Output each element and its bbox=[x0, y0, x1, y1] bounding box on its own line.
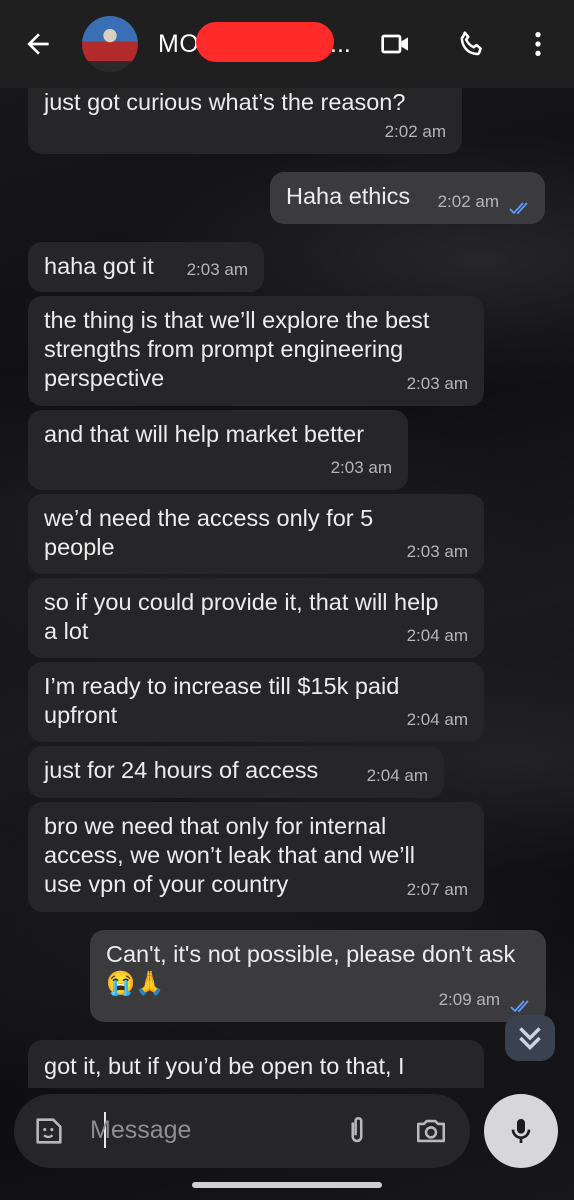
message-time: 2:07 am bbox=[406, 880, 468, 899]
message-time: 2:03 am bbox=[406, 542, 468, 561]
message-bubble[interactable]: just for 24 hours of access 2:04 am bbox=[28, 746, 444, 798]
message-time: 2:04 am bbox=[366, 766, 428, 785]
message-text: and that will help market better bbox=[44, 421, 365, 447]
message-bubble[interactable]: I’m ready to increase till $15k paid upf… bbox=[28, 662, 484, 742]
message-text: Haha ethics bbox=[286, 183, 411, 209]
message-text: the thing is that we’ll explore the best… bbox=[44, 307, 430, 391]
message-time: 2:02 am bbox=[437, 192, 499, 211]
message-time: 2:02 am bbox=[384, 122, 446, 141]
more-vert-icon[interactable] bbox=[522, 28, 554, 60]
message-bubble[interactable]: bro we need that only for internal acces… bbox=[28, 802, 484, 912]
message-bubble[interactable]: just got curious what’s the reason? 2:02… bbox=[28, 88, 462, 154]
read-receipt-icon bbox=[510, 1000, 529, 1013]
redaction-mark bbox=[196, 22, 334, 62]
message-bubble[interactable]: so if you could provide it, that will he… bbox=[28, 578, 484, 658]
message-text: got it, but if you’d be open to that, I bbox=[44, 1053, 405, 1079]
message-time: 2:03 am bbox=[406, 374, 468, 393]
avatar[interactable] bbox=[82, 16, 138, 72]
message-composer[interactable]: Message bbox=[14, 1094, 470, 1168]
chat-header: MO ... bbox=[0, 0, 574, 88]
back-arrow-icon[interactable] bbox=[22, 28, 54, 60]
phone-icon[interactable] bbox=[456, 28, 488, 60]
message-bubble[interactable]: Haha ethics 2:02 am bbox=[270, 172, 545, 224]
message-bubble[interactable]: haha got it 2:03 am bbox=[28, 242, 264, 292]
message-text: I’m ready to increase till $15k paid upf… bbox=[44, 673, 400, 728]
message-time: 2:03 am bbox=[186, 260, 248, 279]
attach-icon[interactable] bbox=[340, 1114, 374, 1148]
message-text: we’d need the access only for 5 people bbox=[44, 505, 374, 560]
mic-icon bbox=[511, 1119, 531, 1143]
message-bubble[interactable]: the thing is that we’ll explore the best… bbox=[28, 296, 484, 406]
message-bubble[interactable]: got it, but if you’d be open to that, I bbox=[28, 1040, 484, 1088]
camera-icon[interactable] bbox=[414, 1114, 448, 1148]
message-time: 2:03 am bbox=[330, 458, 392, 477]
message-list[interactable]: just got curious what’s the reason? 2:02… bbox=[0, 88, 574, 1088]
mic-button[interactable] bbox=[484, 1094, 558, 1168]
scroll-to-bottom-button[interactable] bbox=[505, 1015, 555, 1061]
message-bubble[interactable]: we’d need the access only for 5 people 2… bbox=[28, 494, 484, 574]
home-indicator[interactable] bbox=[192, 1182, 382, 1188]
message-input[interactable]: Message bbox=[90, 1116, 191, 1145]
message-bubble[interactable]: Can't, it's not possible, please don't a… bbox=[90, 930, 546, 1022]
contact-name[interactable]: MO bbox=[158, 30, 199, 59]
message-time: 2:04 am bbox=[406, 626, 468, 645]
sticker-icon[interactable] bbox=[32, 1114, 66, 1148]
message-text: so if you could provide it, that will he… bbox=[44, 589, 439, 644]
message-text: bro we need that only for internal acces… bbox=[44, 813, 415, 897]
message-bubble[interactable]: and that will help market better 2:03 am bbox=[28, 410, 408, 490]
message-time: 2:09 am bbox=[438, 990, 500, 1009]
message-text: just got curious what’s the reason? bbox=[44, 89, 406, 115]
video-call-icon[interactable] bbox=[380, 28, 412, 60]
read-receipt-icon bbox=[509, 202, 528, 215]
double-chevron-down-icon bbox=[519, 1027, 541, 1051]
message-time: 2:04 am bbox=[406, 710, 468, 729]
contact-name-ellipsis: ... bbox=[330, 30, 351, 58]
